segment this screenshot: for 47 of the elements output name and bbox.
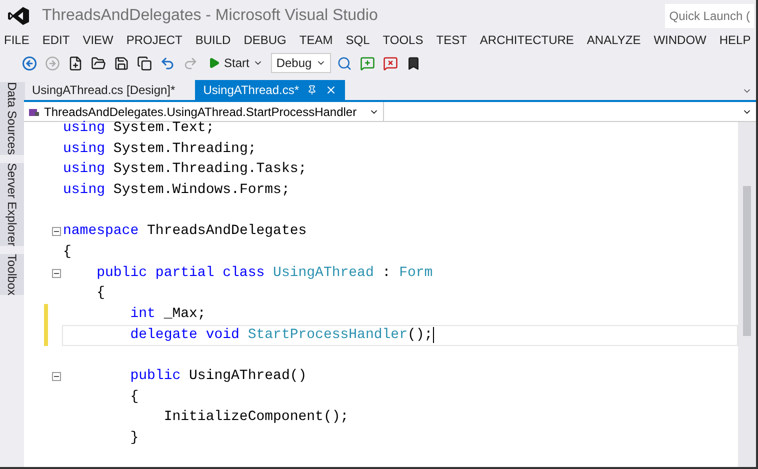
menu-item[interactable]: SQL [346, 31, 370, 49]
code-line: using System.Threading; [62, 140, 258, 159]
code-line: public UsingAThread() [129, 367, 308, 386]
code-line: { [129, 388, 140, 407]
code-line: using System.Threading.Tasks; [62, 160, 308, 180]
play-icon [208, 57, 220, 69]
document-tab[interactable]: UsingAThread.cs [Design]* [24, 80, 184, 100]
collapse-icon[interactable] [52, 227, 60, 236]
code-line: } [129, 429, 140, 448]
window-title: ThreadsAndDelegates - Microsoft Visual Studio [42, 6, 378, 26]
menu-item[interactable]: WINDOW [654, 31, 706, 49]
configuration-dropdown[interactable]: Debug [271, 53, 332, 73]
code-line: using System.Text; [62, 118, 216, 138]
vertical-scrollbar[interactable] [738, 122, 756, 467]
menu-item[interactable]: BUILD [195, 31, 231, 49]
menu-item[interactable]: PROJECT [126, 31, 182, 49]
menu-item[interactable]: ARCHITECTURE [480, 31, 574, 49]
class-icon [28, 106, 40, 116]
code-line: int _Max; [129, 305, 207, 324]
menu-item[interactable]: FILE [4, 31, 30, 49]
code-line: { [96, 284, 106, 304]
menu-item[interactable]: VIEW [82, 31, 114, 49]
collapse-icon[interactable] [52, 372, 60, 382]
quick-launch-field[interactable]: Quick Launch ( [665, 4, 754, 28]
close-icon[interactable] [325, 84, 338, 96]
code-line: using System.Windows.Forms; [62, 180, 291, 200]
code-line: InitializeComponent(); [162, 408, 350, 428]
menu-item[interactable]: HELP [719, 31, 751, 49]
menu-item[interactable]: TEAM [299, 31, 333, 49]
side-tab[interactable]: Data Sources [0, 82, 25, 155]
collapse-icon[interactable] [52, 268, 60, 278]
text-cursor [432, 327, 434, 344]
logo-icon [8, 6, 30, 26]
document-tab[interactable]: UsingAThread.cs* [195, 80, 346, 100]
code-line: public partial class UsingAThread : Form [96, 264, 434, 283]
code-line: { [62, 242, 72, 262]
scroll-thumb[interactable] [743, 186, 751, 336]
side-tab[interactable]: Server Explorer [0, 162, 25, 246]
start-button[interactable]: Start [204, 53, 268, 73]
pin-icon[interactable] [307, 85, 318, 95]
menu-item[interactable]: DEBUG [244, 31, 286, 49]
side-tab[interactable]: Toolbox [0, 254, 25, 296]
menu-item[interactable]: TEST [436, 31, 467, 49]
code-line: namespace ThreadsAndDelegates [62, 222, 308, 242]
menu-item[interactable]: ANALYZE [586, 31, 641, 49]
menu-item[interactable]: TOOLS [382, 31, 424, 49]
menu-item[interactable]: EDIT [42, 31, 70, 49]
